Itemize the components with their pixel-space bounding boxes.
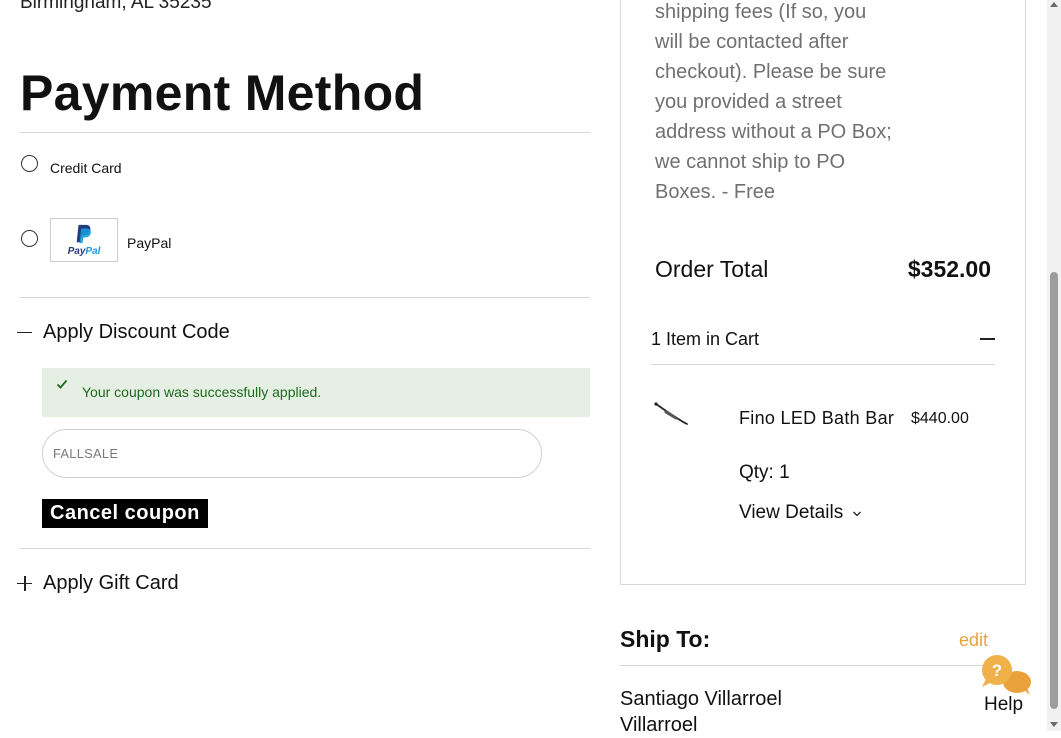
cart-item-count[interactable]: 1 Item in Cart bbox=[651, 329, 759, 350]
discount-section-divider bbox=[20, 548, 590, 549]
paypal-logo-icon bbox=[76, 224, 91, 244]
product-thumbnail[interactable] bbox=[652, 400, 692, 430]
coupon-success-text: Your coupon was successfully applied. bbox=[82, 384, 322, 400]
help-chat-icon: ? bbox=[982, 655, 1031, 695]
product-price: $440.00 bbox=[911, 410, 969, 427]
view-details-label: View Details bbox=[739, 502, 844, 523]
shipping-address-city-line: Birmingham, AL 35235 bbox=[20, 0, 212, 13]
scrollbar-thumb[interactable] bbox=[1050, 272, 1058, 709]
paypal-label[interactable]: PayPal bbox=[127, 235, 171, 251]
minus-icon bbox=[980, 338, 995, 340]
discount-code-input[interactable] bbox=[42, 429, 542, 478]
shipping-method-note: shipping fees (If so, you will be contac… bbox=[655, 1, 892, 203]
checkmark-icon bbox=[56, 379, 68, 389]
credit-card-label[interactable]: Credit Card bbox=[50, 160, 122, 176]
credit-card-radio[interactable] bbox=[21, 155, 38, 172]
page-title: Payment Method bbox=[20, 65, 425, 121]
plus-icon bbox=[17, 575, 33, 592]
paypal-logo-text: PayPal bbox=[67, 246, 101, 257]
chevron-down-icon bbox=[853, 511, 862, 517]
view-details-toggle[interactable]: View Details bbox=[739, 502, 862, 524]
ship-to-title: Ship To: bbox=[620, 626, 711, 652]
gift-card-toggle[interactable]: Apply Gift Card bbox=[17, 572, 179, 595]
ship-to-edit-link[interactable]: edit bbox=[959, 630, 988, 651]
payment-title-divider bbox=[20, 132, 590, 133]
ship-to-name: Santiago Villarroel Villarroel bbox=[620, 688, 782, 736]
cart-header-divider bbox=[651, 364, 995, 365]
scroll-down-arrow-icon[interactable] bbox=[1050, 722, 1058, 727]
product-quantity: Qty: 1 bbox=[739, 462, 790, 483]
payment-options-divider bbox=[20, 297, 590, 298]
paypal-radio[interactable] bbox=[21, 230, 38, 247]
order-total-label: Order Total bbox=[655, 256, 769, 282]
minus-icon bbox=[17, 325, 33, 341]
gift-card-toggle-label: Apply Gift Card bbox=[43, 572, 179, 594]
product-name: Fino LED Bath Bar bbox=[739, 408, 895, 428]
discount-code-toggle-label: Apply Discount Code bbox=[43, 321, 230, 343]
scroll-up-arrow-icon[interactable] bbox=[1050, 2, 1058, 7]
svg-text:?: ? bbox=[992, 661, 1002, 680]
discount-code-toggle[interactable]: Apply Discount Code bbox=[17, 321, 230, 344]
coupon-success-message: Your coupon was successfully applied. bbox=[42, 368, 590, 417]
order-total-value: $352.00 bbox=[907, 256, 991, 282]
paypal-logo[interactable]: PayPal bbox=[50, 218, 118, 262]
help-label[interactable]: Help bbox=[984, 694, 1023, 716]
cancel-coupon-button[interactable]: Cancel coupon bbox=[42, 499, 208, 528]
ship-to-divider bbox=[620, 665, 991, 666]
